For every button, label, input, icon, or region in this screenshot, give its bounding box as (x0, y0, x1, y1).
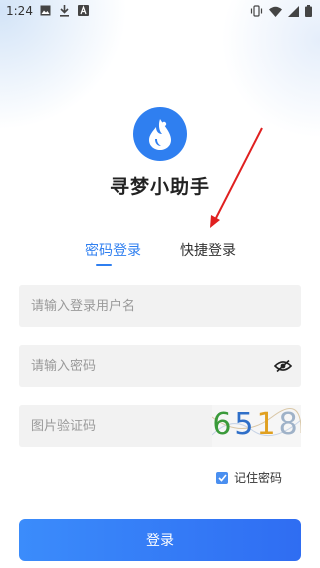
check-icon (217, 473, 227, 482)
status-time: 1:24 (6, 4, 33, 18)
captcha-code: 6518 (212, 407, 301, 442)
remember-password: 记住密码 (216, 469, 282, 486)
captcha-field (19, 405, 215, 447)
signal-icon (288, 5, 299, 17)
password-field (19, 345, 301, 387)
username-input[interactable] (19, 285, 301, 327)
captcha-input[interactable] (19, 405, 215, 447)
active-tab-indicator (96, 264, 112, 266)
a-icon (78, 5, 89, 17)
tab-quick-login[interactable]: 快捷登录 (180, 240, 236, 260)
login-button[interactable]: 登录 (19, 519, 301, 561)
wifi-icon (269, 6, 282, 17)
image-icon (40, 5, 51, 17)
app-title: 寻梦小助手 (109, 176, 210, 198)
password-input[interactable] (19, 345, 301, 387)
captcha-image[interactable]: 6518 (212, 405, 301, 447)
remember-label: 记住密码 (234, 471, 283, 485)
remember-checkbox[interactable] (216, 471, 228, 484)
water-drop-logo-icon (133, 107, 187, 161)
tab-password-login[interactable]: 密码登录 (85, 240, 141, 260)
eye-hidden-icon[interactable] (273, 358, 293, 377)
download-icon (59, 5, 70, 17)
status-bar: 1:24 (0, 0, 320, 24)
vibrate-icon (250, 5, 263, 17)
username-field (19, 285, 301, 327)
battery-icon (305, 5, 312, 17)
login-tabs: 密码登录 快捷登录 (0, 240, 320, 270)
